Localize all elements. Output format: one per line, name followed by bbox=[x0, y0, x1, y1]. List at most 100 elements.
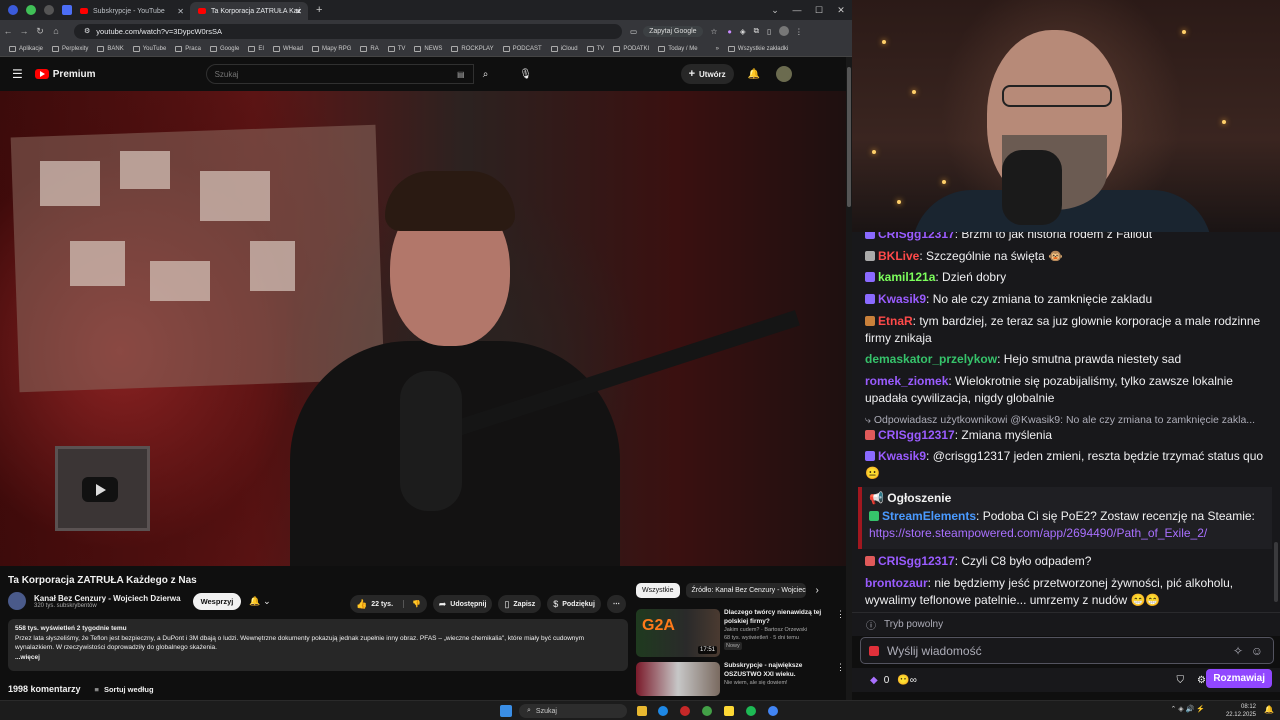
clock[interactable]: 08:12 22.12.2025 bbox=[1226, 703, 1256, 719]
back-icon[interactable]: ← bbox=[0, 26, 16, 36]
close-window-button[interactable]: ✕ bbox=[830, 0, 852, 20]
taskbar-search[interactable]: ⌕ Szukaj bbox=[519, 704, 627, 718]
recommended-title[interactable]: Subskrypcje - największe OSZUSTWO XXI wi… bbox=[724, 662, 832, 679]
channel-name[interactable]: Kanał Bez Cenzury - Wojciech Dzierwa bbox=[34, 594, 181, 603]
menu-icon[interactable]: ⋮ bbox=[795, 27, 803, 36]
windows-start-icon[interactable] bbox=[500, 705, 512, 717]
minimize-button[interactable]: — bbox=[786, 0, 808, 20]
shield-icon[interactable]: ⛉ bbox=[1177, 675, 1185, 686]
chevron-right-icon[interactable]: › bbox=[816, 585, 819, 596]
show-more-link[interactable]: ...więcej bbox=[15, 653, 621, 663]
thanks-button[interactable]: $ Podziękuj bbox=[547, 595, 601, 613]
description-box[interactable]: 558 tys. wyświetleń 2 tygodnie temu Prze… bbox=[8, 619, 628, 671]
all-bookmarks[interactable]: Wszystkie zakładki bbox=[727, 46, 788, 52]
close-tab-icon[interactable]: ✕ bbox=[177, 7, 184, 16]
url-field[interactable]: ⚙ youtube.com/watch?v=3DypcW0rsSA bbox=[74, 23, 622, 39]
support-button[interactable]: Wesprzyj bbox=[192, 592, 242, 610]
bookmark-folder[interactable]: TV bbox=[387, 46, 405, 52]
bookmark-folder[interactable]: PODATKI bbox=[613, 46, 649, 52]
extension-icon[interactable]: ◈ bbox=[740, 27, 746, 36]
bookmark-item[interactable]: RA bbox=[360, 46, 379, 52]
recommended-video[interactable]: G2A 17:51 Dlaczego twórcy nienawidzą tej… bbox=[636, 609, 846, 659]
notes-icon[interactable] bbox=[724, 706, 734, 716]
extension-icon[interactable] bbox=[62, 5, 72, 15]
bookmark-folder[interactable]: Mapy RPG bbox=[312, 46, 351, 52]
thumbs-down-icon[interactable]: 👎 bbox=[403, 600, 421, 608]
bookmark-item[interactable]: WHead bbox=[273, 46, 303, 52]
extension-icon[interactable]: ● bbox=[727, 27, 732, 36]
chat-scrollbar[interactable] bbox=[1274, 542, 1278, 602]
video-player[interactable] bbox=[0, 91, 846, 566]
extension-icon[interactable] bbox=[44, 5, 54, 15]
opera-icon[interactable] bbox=[680, 706, 690, 716]
bookmark-item[interactable]: Aplikacje bbox=[9, 46, 43, 52]
keyboard-icon[interactable]: ▤ bbox=[457, 70, 465, 79]
gear-icon[interactable]: ⚙ bbox=[1197, 675, 1206, 686]
bookmark-folder[interactable]: YouTube bbox=[132, 46, 166, 52]
recommended-video[interactable]: Subskrypcje - największe OSZUSTWO XXI wi… bbox=[636, 662, 846, 700]
announcement-link[interactable]: https://store.steampowered.com/app/26944… bbox=[869, 526, 1207, 540]
sidebar-icon[interactable]: ▯ bbox=[767, 27, 771, 36]
reload-icon[interactable]: ↻ bbox=[32, 26, 48, 37]
chip-all[interactable]: Wszystkie bbox=[636, 583, 680, 598]
bookmark-folder[interactable]: EI bbox=[248, 46, 264, 52]
chat-send-button[interactable]: Rozmawiaj bbox=[1206, 669, 1272, 688]
video-thumbnail[interactable] bbox=[636, 662, 720, 696]
profile-avatar[interactable] bbox=[779, 26, 790, 36]
tab-search-icon[interactable]: ⌄ bbox=[764, 0, 786, 20]
hamburger-menu-icon[interactable]: ☰ bbox=[12, 67, 23, 81]
emote-picker-icon[interactable]: ✧ bbox=[1233, 644, 1243, 658]
youtube-logo[interactable]: ☰ Premium bbox=[12, 67, 96, 81]
site-info-icon[interactable]: ⚙ bbox=[84, 27, 90, 35]
bookmark-folder[interactable]: TV bbox=[586, 46, 604, 52]
smiley-icon[interactable]: ☺ bbox=[1251, 644, 1263, 658]
more-options-icon[interactable]: ⋮ bbox=[836, 609, 845, 659]
puzzle-icon[interactable]: ⧉ bbox=[754, 26, 759, 36]
profile-icon[interactable] bbox=[8, 5, 18, 15]
cast-icon[interactable]: ▭ bbox=[630, 27, 637, 36]
channel-avatar[interactable] bbox=[8, 592, 26, 610]
bookmark-item[interactable]: Today / Me bbox=[658, 46, 698, 52]
chip-channel[interactable]: Źródło: Kanał Bez Cenzury - Wojciech bbox=[685, 583, 806, 598]
chrome-icon[interactable] bbox=[702, 706, 712, 716]
chrome-active-icon[interactable] bbox=[768, 706, 778, 716]
more-options-icon[interactable]: ⋮ bbox=[836, 662, 845, 700]
search-input[interactable] bbox=[214, 69, 435, 79]
video-thumbnail[interactable]: G2A 17:51 bbox=[636, 609, 720, 657]
chat-input[interactable]: Wyślij wiadomość ✧ ☺ bbox=[860, 637, 1274, 664]
more-actions-button[interactable]: ⋯ bbox=[606, 595, 626, 613]
notification-icon[interactable]: 🔔 bbox=[1264, 705, 1274, 714]
system-tray-icons[interactable]: ⌃ ◈ 🔊 ⚡ bbox=[1170, 705, 1205, 713]
bookmark-folder[interactable]: Praca bbox=[175, 46, 201, 52]
bookmark-folder[interactable]: Google bbox=[209, 46, 239, 52]
recommended-title[interactable]: Dlaczego twórcy nienawidzą tej polskiej … bbox=[724, 609, 832, 626]
tab-video[interactable]: Ta Korporacja ZATRUŁA Każ ✕ bbox=[190, 2, 308, 20]
notifications-bell-icon[interactable]: 🔔 bbox=[748, 69, 760, 80]
bookmark-folder[interactable]: iCloud bbox=[550, 46, 578, 52]
forward-icon[interactable]: → bbox=[16, 26, 32, 36]
sort-button[interactable]: ≡ Sortuj według bbox=[95, 685, 154, 694]
file-explorer-icon[interactable] bbox=[637, 706, 647, 716]
bookmark-folder[interactable]: NEWS bbox=[414, 46, 442, 52]
search-button[interactable]: ⌕ bbox=[474, 64, 498, 84]
like-button[interactable]: 👍 22 tys. 👎 bbox=[350, 595, 427, 613]
ask-google-button[interactable]: Zapytaj Google bbox=[643, 25, 703, 37]
subscription-bell-icon[interactable]: 🔔 ⌄ bbox=[249, 596, 270, 607]
close-tab-icon[interactable]: ✕ bbox=[295, 7, 302, 16]
edge-icon[interactable] bbox=[658, 706, 668, 716]
more-bookmarks-icon[interactable]: » bbox=[716, 46, 719, 52]
bookmark-item[interactable]: Perplexity bbox=[52, 46, 88, 52]
search-box[interactable]: ▤ bbox=[205, 64, 474, 84]
bookmark-item[interactable]: PODCAST bbox=[502, 46, 542, 52]
home-icon[interactable]: ⌂ bbox=[48, 26, 64, 36]
extension-icon[interactable] bbox=[26, 5, 36, 15]
bookmark-item[interactable]: ROCKPLAY bbox=[451, 46, 494, 52]
tab-subscriptions[interactable]: Subskrypcje - YouTube ✕ bbox=[72, 2, 190, 20]
spotify-icon[interactable] bbox=[746, 706, 756, 716]
save-button[interactable]: ▯ Zapisz bbox=[498, 595, 542, 613]
bookmark-star-icon[interactable]: ☆ bbox=[711, 27, 718, 36]
share-button[interactable]: ➦ Udostępnij bbox=[432, 595, 493, 613]
maximize-button[interactable]: ☐ bbox=[808, 0, 830, 20]
account-avatar[interactable] bbox=[776, 66, 793, 82]
channel-points-icon[interactable]: ◆ bbox=[870, 675, 878, 686]
